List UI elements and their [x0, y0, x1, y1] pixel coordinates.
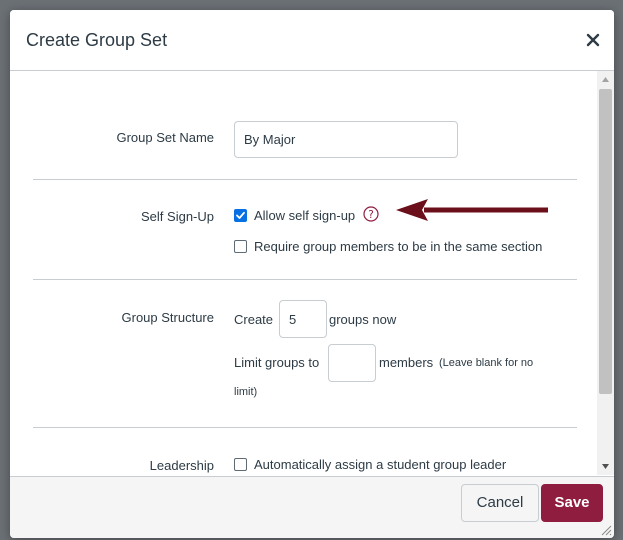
checkmark-icon: [236, 211, 245, 219]
save-button[interactable]: Save: [541, 484, 603, 522]
svg-text:?: ?: [368, 209, 374, 221]
scrollbar-thumb[interactable]: [599, 89, 612, 394]
resize-handle-icon[interactable]: [598, 522, 612, 536]
dialog-title: Create Group Set: [26, 30, 168, 50]
require-same-section-checkbox[interactable]: [234, 240, 247, 253]
dialog-footer: Cancel Save: [10, 476, 614, 538]
allow-self-signup-label: Allow self sign-up: [254, 208, 356, 223]
dialog-header: Create Group Set: [10, 10, 614, 71]
scroll-up-icon[interactable]: [597, 71, 614, 88]
limit-hint-continued: limit): [234, 386, 258, 398]
dialog-body: Group Set Name Self Sign-Up Allow self s…: [10, 71, 614, 475]
group-set-name-label: Group Set Name: [116, 130, 214, 145]
create-group-set-dialog: Create Group Set Group Set Name Self Sig…: [10, 10, 614, 538]
cancel-button[interactable]: Cancel: [461, 484, 539, 522]
group-structure-label: Group Structure: [121, 310, 215, 325]
question-circle-icon[interactable]: ?: [363, 206, 379, 222]
create-groups-suffix: groups now: [329, 312, 397, 327]
member-limit-input[interactable]: [328, 344, 376, 382]
auto-assign-leader-checkbox[interactable]: [234, 458, 247, 471]
arrow-left-icon: [396, 199, 548, 221]
require-same-section-label: Require group members to be in the same …: [254, 239, 543, 254]
limit-hint: (Leave blank for no: [439, 357, 534, 369]
members-label: members: [379, 355, 434, 370]
section-divider: [33, 279, 577, 280]
group-set-name-input[interactable]: [234, 121, 458, 158]
close-icon[interactable]: [585, 32, 601, 48]
section-divider: [33, 427, 577, 428]
auto-assign-leader-label: Automatically assign a student group lea…: [254, 457, 507, 472]
section-divider: [33, 179, 577, 180]
leadership-label: Leadership: [149, 458, 214, 473]
allow-self-signup-checkbox[interactable]: [234, 209, 247, 222]
dialog-scrollbar[interactable]: [597, 71, 614, 475]
limit-groups-prefix: Limit groups to: [234, 355, 320, 370]
create-groups-prefix: Create: [234, 312, 274, 327]
scroll-down-icon[interactable]: [597, 458, 614, 475]
self-signup-label: Self Sign-Up: [141, 209, 214, 224]
group-count-input[interactable]: [279, 300, 327, 338]
